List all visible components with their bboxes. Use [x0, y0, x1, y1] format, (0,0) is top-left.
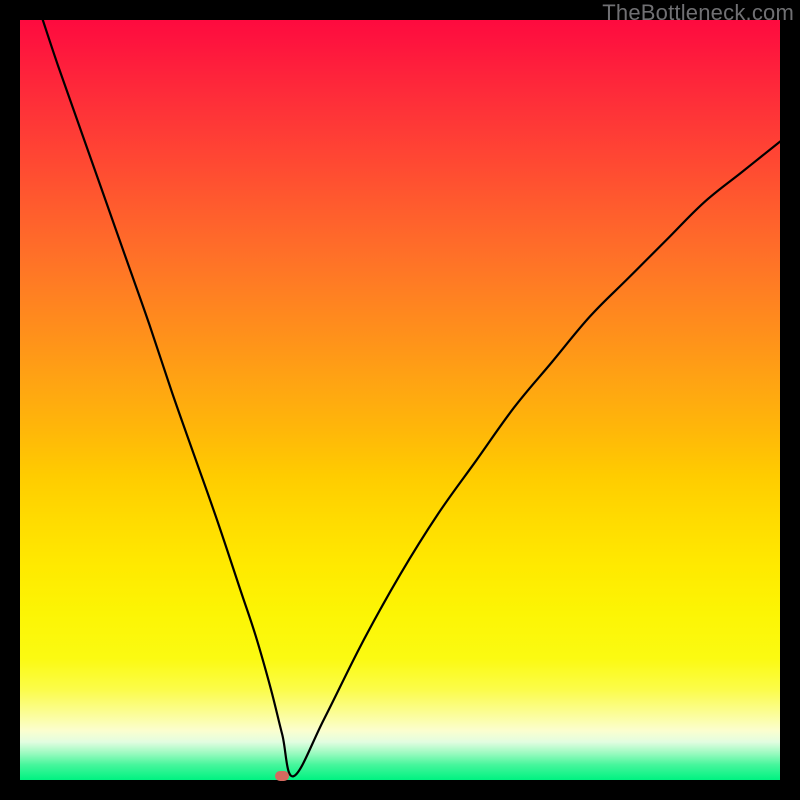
bottleneck-curve	[20, 20, 780, 780]
plot-area	[20, 20, 780, 780]
optimal-point-marker	[275, 771, 289, 781]
attribution-text: TheBottleneck.com	[602, 0, 794, 26]
